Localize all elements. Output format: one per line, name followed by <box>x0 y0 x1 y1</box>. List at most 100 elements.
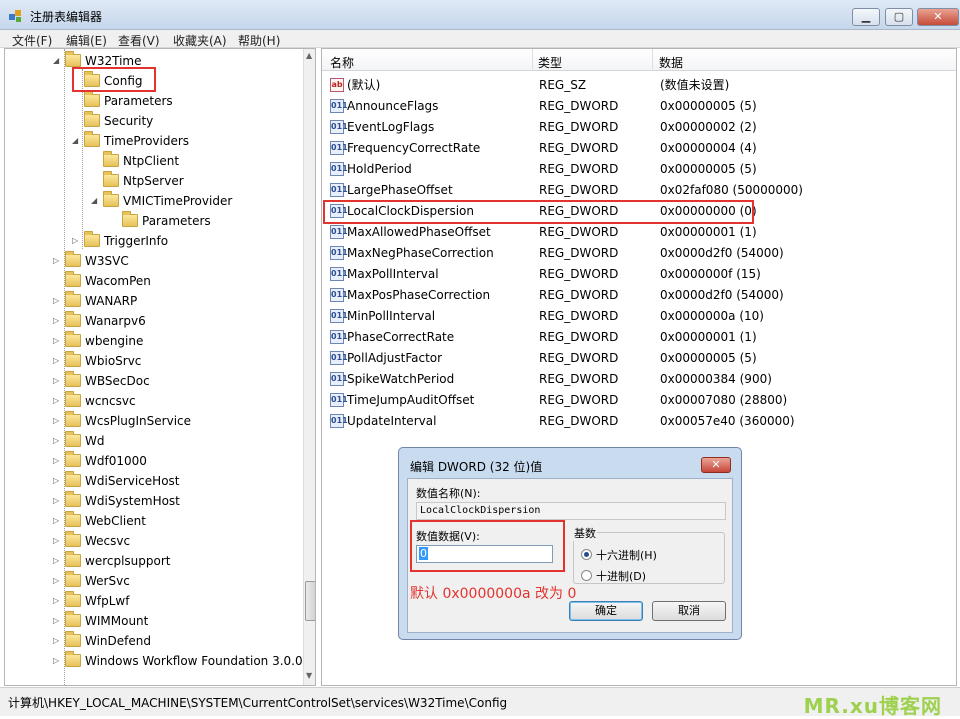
hex-radio[interactable] <box>581 549 592 560</box>
tree-item[interactable]: ◢ VMICTimeProvider <box>91 191 232 211</box>
value-row[interactable]: 011 MaxAllowedPhaseOffset REG_DWORD 0x00000… <box>322 222 956 243</box>
expand-arrow-icon[interactable]: ▷ <box>53 591 65 611</box>
tree-item[interactable]: WacomPen <box>53 271 151 291</box>
value-row[interactable]: 011 MinPollInterval REG_DWORD 0x0000000a (1… <box>322 306 956 327</box>
value-row[interactable]: 011 SpikeWatchPeriod REG_DWORD 0x00000384 (… <box>322 369 956 390</box>
value-name: MaxNegPhaseCorrection <box>347 246 494 260</box>
scroll-up-icon[interactable]: ▲ <box>306 51 312 60</box>
expand-arrow-icon[interactable]: ▷ <box>53 351 65 371</box>
expand-arrow-icon[interactable]: ▷ <box>72 231 84 251</box>
scroll-thumb[interactable] <box>305 581 315 621</box>
tree-item[interactable]: ▷ wcncsvc <box>53 391 136 411</box>
tree-item[interactable]: Parameters <box>72 91 173 111</box>
expand-arrow-icon[interactable]: ▷ <box>53 651 65 671</box>
value-row[interactable]: 011 LargePhaseOffset REG_DWORD 0x02faf080 (… <box>322 180 956 201</box>
tree-item[interactable]: ▷ WANARP <box>53 291 137 311</box>
ok-button[interactable]: 确定 <box>569 601 643 621</box>
dec-radio-label[interactable]: 十进制(D) <box>596 568 646 584</box>
expand-arrow-icon[interactable]: ▷ <box>53 391 65 411</box>
expand-arrow-icon[interactable]: ◢ <box>72 131 84 151</box>
value-row[interactable]: 011 MaxNegPhaseCorrection REG_DWORD 0x0000d… <box>322 243 956 264</box>
tree-item[interactable]: ▷ Windows Workflow Foundation 3.0.0 <box>53 651 303 671</box>
tree-item[interactable]: Security <box>72 111 153 131</box>
menu-help[interactable]: 帮助(H) <box>238 32 280 49</box>
expand-arrow-icon[interactable]: ◢ <box>53 51 65 71</box>
tree-item[interactable]: ▷ WcsPlugInService <box>53 411 191 431</box>
expand-arrow-icon[interactable]: ▷ <box>53 531 65 551</box>
value-row[interactable]: 011 AnnounceFlags REG_DWORD 0x00000005 (5) <box>322 96 956 117</box>
tree-item[interactable]: ▷ Wdf01000 <box>53 451 147 471</box>
menu-favorites[interactable]: 收藏夹(A) <box>173 32 227 49</box>
value-row[interactable]: 011 PhaseCorrectRate REG_DWORD 0x00000001 (… <box>322 327 956 348</box>
column-name[interactable]: 名称 <box>330 54 354 71</box>
dec-radio[interactable] <box>581 570 592 581</box>
tree-scrollbar[interactable]: ▲ ▼ <box>303 49 315 685</box>
tree-item[interactable]: ▷ WIMMount <box>53 611 148 631</box>
column-type[interactable]: 类型 <box>538 54 562 71</box>
value-row[interactable]: ab (默认) REG_SZ (数值未设置) <box>322 75 956 96</box>
registry-tree[interactable]: ▲ ▼ ◢ W32Time Config Parameters Security ◢ Tim… <box>4 48 316 686</box>
expand-arrow-icon[interactable]: ▷ <box>53 251 65 271</box>
cancel-button[interactable]: 取消 <box>652 601 726 621</box>
expand-arrow-icon[interactable]: ▷ <box>53 291 65 311</box>
expand-arrow-icon[interactable]: ◢ <box>91 191 103 211</box>
expand-arrow-icon[interactable]: ▷ <box>53 451 65 471</box>
maximize-button[interactable]: ▢ <box>885 8 913 26</box>
menu-view[interactable]: 查看(V) <box>118 32 160 49</box>
tree-item[interactable]: ▷ WdiServiceHost <box>53 471 180 491</box>
value-row[interactable]: 011 PollAdjustFactor REG_DWORD 0x00000005 (… <box>322 348 956 369</box>
expand-arrow-icon[interactable]: ▷ <box>53 571 65 591</box>
tree-item[interactable]: ▷ Wecsvc <box>53 531 130 551</box>
tree-item[interactable]: ▷ W3SVC <box>53 251 129 271</box>
tree-item[interactable]: ▷ wercplsupport <box>53 551 171 571</box>
expand-arrow-icon[interactable]: ▷ <box>53 511 65 531</box>
tree-item-label: WcsPlugInService <box>85 414 192 428</box>
tree-item[interactable]: NtpServer <box>91 171 184 191</box>
hex-radio-label[interactable]: 十六进制(H) <box>596 547 657 563</box>
menu-edit[interactable]: 编辑(E) <box>66 32 107 49</box>
value-name: TimeJumpAuditOffset <box>347 393 475 407</box>
tree-item[interactable]: ▷ Wd <box>53 431 104 451</box>
tree-item[interactable]: ▷ WerSvc <box>53 571 130 591</box>
tree-item[interactable]: ▷ WBSecDoc <box>53 371 150 391</box>
expand-arrow-icon[interactable]: ▷ <box>53 311 65 331</box>
value-type: REG_DWORD <box>539 288 619 302</box>
tree-item-label: TimeProviders <box>104 134 190 148</box>
dialog-close-button[interactable]: ✕ <box>701 457 731 473</box>
value-row[interactable]: 011 UpdateInterval REG_DWORD 0x00057e40 (36… <box>322 411 956 432</box>
expand-arrow-icon[interactable]: ▷ <box>53 471 65 491</box>
value-row[interactable]: 011 MaxPosPhaseCorrection REG_DWORD 0x0000d… <box>322 285 956 306</box>
close-button[interactable]: ✕ <box>917 8 959 26</box>
expand-arrow-icon[interactable]: ▷ <box>53 331 65 351</box>
value-row[interactable]: 011 HoldPeriod REG_DWORD 0x00000005 (5) <box>322 159 956 180</box>
binary-value-icon: 011 <box>330 246 348 260</box>
tree-item[interactable]: ▷ TriggerInfo <box>72 231 168 251</box>
folder-icon <box>65 611 81 627</box>
tree-item[interactable]: ▷ wbengine <box>53 331 143 351</box>
tree-item[interactable]: ▷ WebClient <box>53 511 146 531</box>
scroll-down-icon[interactable]: ▼ <box>306 671 312 680</box>
minimize-button[interactable]: ▁ <box>852 8 880 26</box>
expand-arrow-icon[interactable]: ▷ <box>53 551 65 571</box>
expand-arrow-icon[interactable]: ▷ <box>53 371 65 391</box>
expand-arrow-icon[interactable]: ▷ <box>53 411 65 431</box>
expand-arrow-icon[interactable]: ▷ <box>53 431 65 451</box>
folder-icon <box>65 431 81 447</box>
tree-item[interactable]: NtpClient <box>91 151 179 171</box>
column-data[interactable]: 数据 <box>659 54 683 71</box>
value-row[interactable]: 011 EventLogFlags REG_DWORD 0x00000002 (2) <box>322 117 956 138</box>
value-row[interactable]: 011 FrequencyCorrectRate REG_DWORD 0x000000… <box>322 138 956 159</box>
tree-item[interactable]: ▷ WdiSystemHost <box>53 491 180 511</box>
value-row[interactable]: 011 TimeJumpAuditOffset REG_DWORD 0x0000708… <box>322 390 956 411</box>
menu-file[interactable]: 文件(F) <box>12 32 52 49</box>
value-row[interactable]: 011 MaxPollInterval REG_DWORD 0x0000000f (1… <box>322 264 956 285</box>
tree-item[interactable]: ▷ WbioSrvc <box>53 351 141 371</box>
expand-arrow-icon[interactable]: ▷ <box>53 631 65 651</box>
tree-item[interactable]: Parameters <box>110 211 211 231</box>
tree-item[interactable]: ▷ Wanarpv6 <box>53 311 146 331</box>
expand-arrow-icon[interactable]: ▷ <box>53 491 65 511</box>
expand-arrow-icon[interactable]: ▷ <box>53 611 65 631</box>
tree-item[interactable]: ◢ TimeProviders <box>72 131 189 151</box>
tree-item[interactable]: ▷ WinDefend <box>53 631 151 651</box>
tree-item[interactable]: ▷ WfpLwf <box>53 591 129 611</box>
